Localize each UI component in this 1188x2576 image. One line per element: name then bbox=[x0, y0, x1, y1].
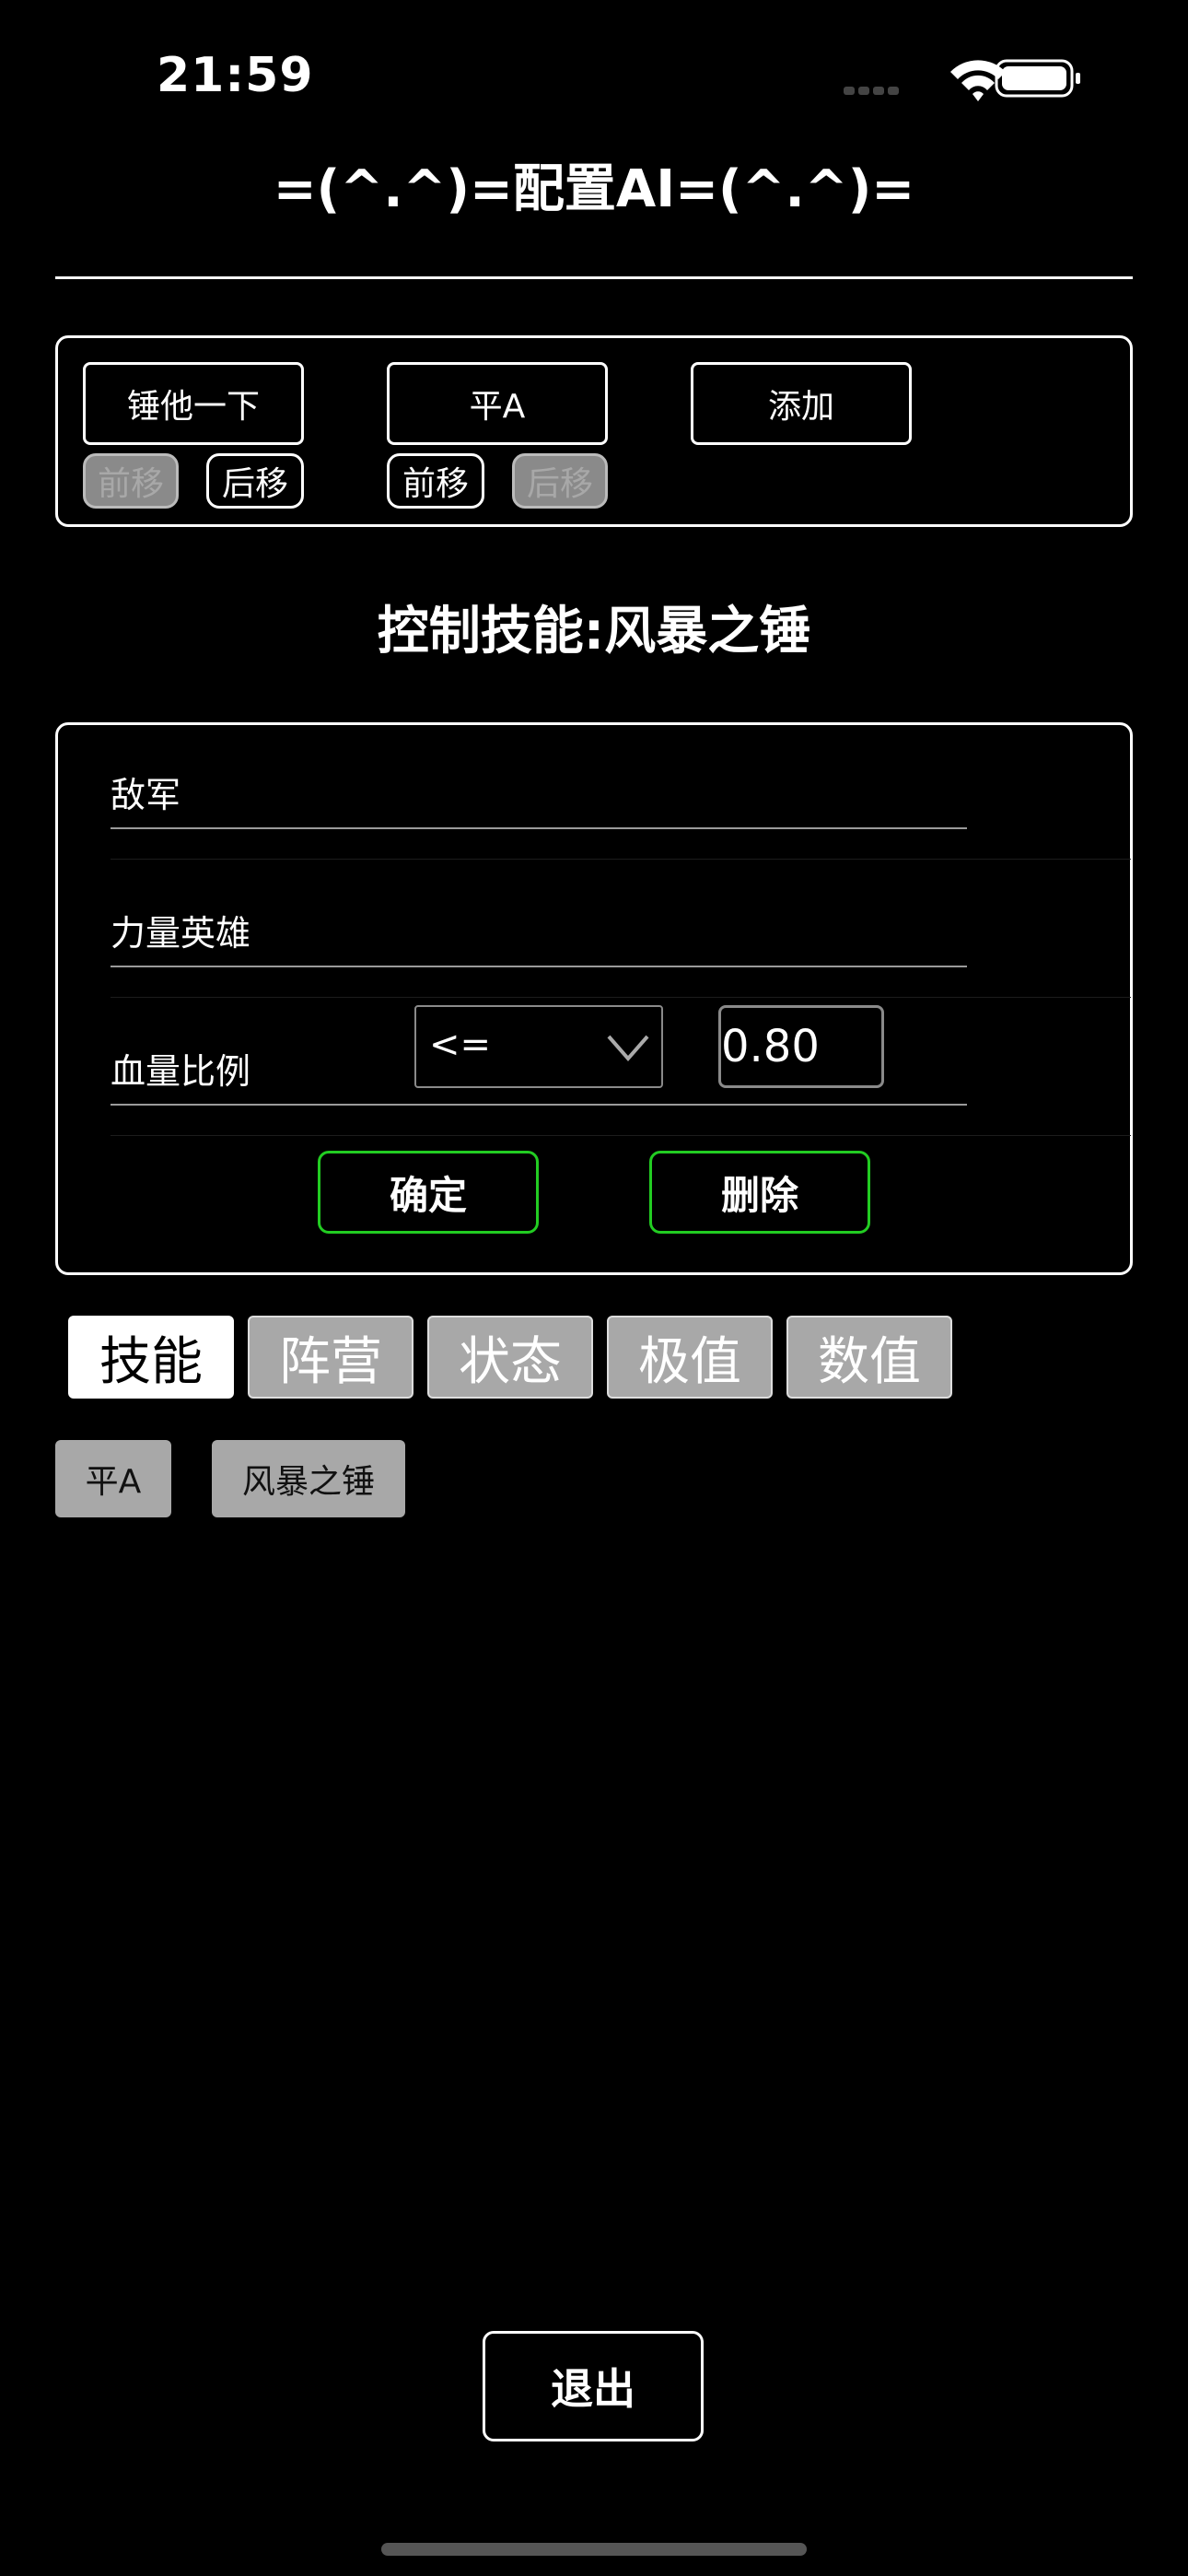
battery-icon bbox=[995, 59, 1080, 98]
ratio-input[interactable]: 0.80 bbox=[718, 1005, 884, 1088]
add-ai-button[interactable]: 添加 bbox=[691, 362, 912, 445]
condition-label: 敌军 bbox=[111, 775, 181, 815]
condition-panel bbox=[55, 722, 1133, 1275]
row-separator bbox=[111, 859, 1131, 860]
option-chip[interactable]: 平A bbox=[55, 1440, 171, 1517]
status-icons bbox=[838, 55, 1087, 101]
page-title: =(^.^)=配置AI=(^.^)= bbox=[273, 159, 915, 219]
title-divider bbox=[55, 276, 1133, 279]
ai-item-button[interactable]: 锤他一下 bbox=[83, 362, 304, 445]
condition-underline bbox=[111, 827, 967, 829]
confirm-button[interactable]: 确定 bbox=[318, 1151, 539, 1234]
tab-faction[interactable]: 阵营 bbox=[248, 1316, 413, 1399]
row-separator bbox=[111, 997, 1131, 998]
move-down-button[interactable]: 后移 bbox=[512, 453, 608, 509]
tab-value[interactable]: 数值 bbox=[786, 1316, 952, 1399]
condition-label: 血量比例 bbox=[111, 1051, 251, 1092]
signal-dots-icon bbox=[844, 59, 1080, 101]
tab-skill[interactable]: 技能 bbox=[68, 1316, 234, 1399]
move-down-button[interactable]: 后移 bbox=[206, 453, 304, 509]
home-indicator[interactable] bbox=[381, 2543, 807, 2556]
exit-button[interactable]: 退出 bbox=[483, 2331, 704, 2441]
operator-value: <= bbox=[429, 1024, 492, 1066]
ai-item-button[interactable]: 平A bbox=[387, 362, 608, 445]
status-time: 21:59 bbox=[157, 48, 314, 103]
option-chip[interactable]: 风暴之锤 bbox=[212, 1440, 405, 1517]
chevron-down-icon bbox=[607, 1035, 649, 1062]
move-up-button[interactable]: 前移 bbox=[387, 453, 484, 509]
delete-button[interactable]: 删除 bbox=[649, 1151, 870, 1234]
row-separator bbox=[111, 1135, 1131, 1136]
condition-label: 力量英雄 bbox=[111, 913, 251, 954]
move-up-button[interactable]: 前移 bbox=[83, 453, 179, 509]
skill-title: 控制技能:风暴之锤 bbox=[377, 602, 811, 662]
operator-select[interactable]: <= bbox=[414, 1005, 663, 1088]
tab-status[interactable]: 状态 bbox=[427, 1316, 593, 1399]
condition-underline bbox=[111, 1104, 967, 1106]
tab-extreme[interactable]: 极值 bbox=[607, 1316, 773, 1399]
condition-underline bbox=[111, 966, 967, 967]
